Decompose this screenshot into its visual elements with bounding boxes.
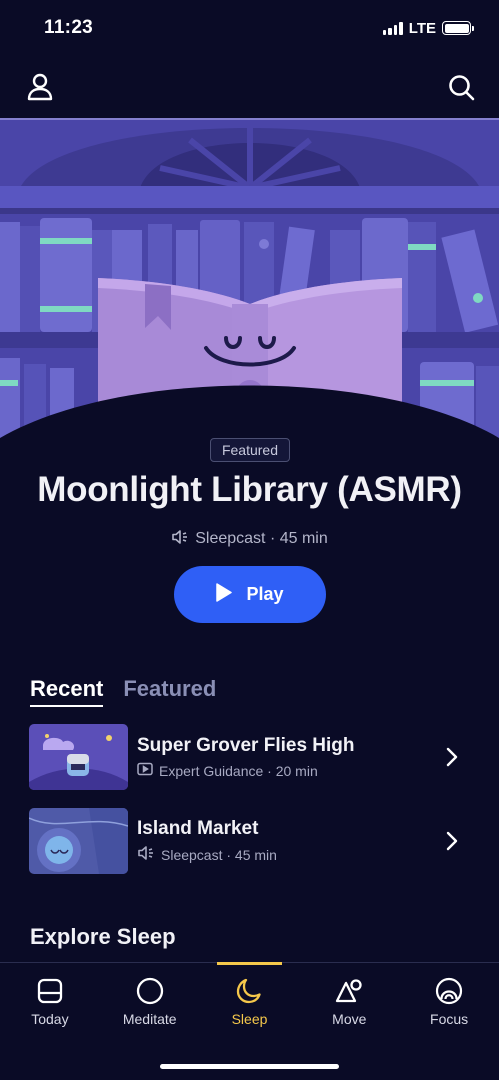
hero-meta-text: Sleepcast · 45 min [195, 530, 328, 547]
tab-sleep[interactable]: Sleep [200, 962, 300, 1035]
battery-icon [442, 21, 474, 35]
item-meta: Expert Guidance · 20 min [159, 762, 318, 779]
moon-icon [234, 976, 264, 1006]
item-meta: Sleepcast · 45 min [161, 846, 277, 863]
tab-featured[interactable]: Featured [123, 676, 216, 704]
status-time: 11:23 [44, 17, 94, 38]
thumbnail-image [29, 808, 128, 874]
content-tabs: Recent Featured [30, 676, 216, 707]
home-indicator[interactable] [160, 1064, 339, 1069]
thumbnail-image [29, 724, 128, 790]
today-icon [35, 976, 65, 1006]
bottom-tab-bar: Today Meditate Sleep Move Focus [0, 962, 499, 1080]
hero-title: Moonlight Library (ASMR) [37, 470, 462, 509]
video-icon [137, 762, 153, 779]
status-bar: 11:23 LTE [0, 0, 499, 56]
search-icon[interactable] [447, 73, 475, 101]
chevron-right-icon[interactable] [440, 745, 464, 769]
profile-icon[interactable] [26, 73, 54, 101]
list-item[interactable]: Super Grover Flies High Expert Guidance … [29, 724, 474, 790]
tab-focus[interactable]: Focus [399, 963, 499, 1035]
item-title: Island Market [137, 818, 259, 839]
tab-label: Sleep [231, 1011, 268, 1027]
hero-illustration[interactable] [0, 118, 499, 448]
tab-meditate[interactable]: Meditate [100, 963, 200, 1035]
list-item[interactable]: Island Market Sleepcast · 45 min [29, 808, 474, 874]
tab-move[interactable]: Move [299, 963, 399, 1035]
featured-badge: Featured [210, 438, 290, 462]
tab-label: Today [31, 1011, 69, 1027]
tab-today[interactable]: Today [0, 963, 100, 1035]
tab-recent[interactable]: Recent [30, 676, 104, 707]
tab-label: Focus [430, 1011, 469, 1027]
focus-icon [434, 976, 464, 1006]
move-icon [334, 976, 364, 1006]
item-title: Super Grover Flies High [137, 735, 355, 756]
tab-label: Move [332, 1011, 367, 1027]
tab-label: Meditate [122, 1011, 177, 1027]
play-button[interactable]: Play [174, 566, 326, 623]
status-indicators: LTE [382, 19, 474, 37]
hero-meta: Sleepcast · 45 min [0, 529, 499, 549]
network-label: LTE [408, 19, 436, 37]
section-title: Explore Sleep [30, 924, 176, 949]
top-nav [0, 62, 499, 112]
signal-icon [382, 21, 403, 35]
chevron-right-icon[interactable] [440, 829, 464, 853]
speaker-icon [171, 529, 189, 550]
speaker-icon [137, 845, 155, 864]
meditate-icon [135, 976, 165, 1006]
play-icon [216, 582, 233, 607]
play-label: Play [246, 584, 284, 604]
